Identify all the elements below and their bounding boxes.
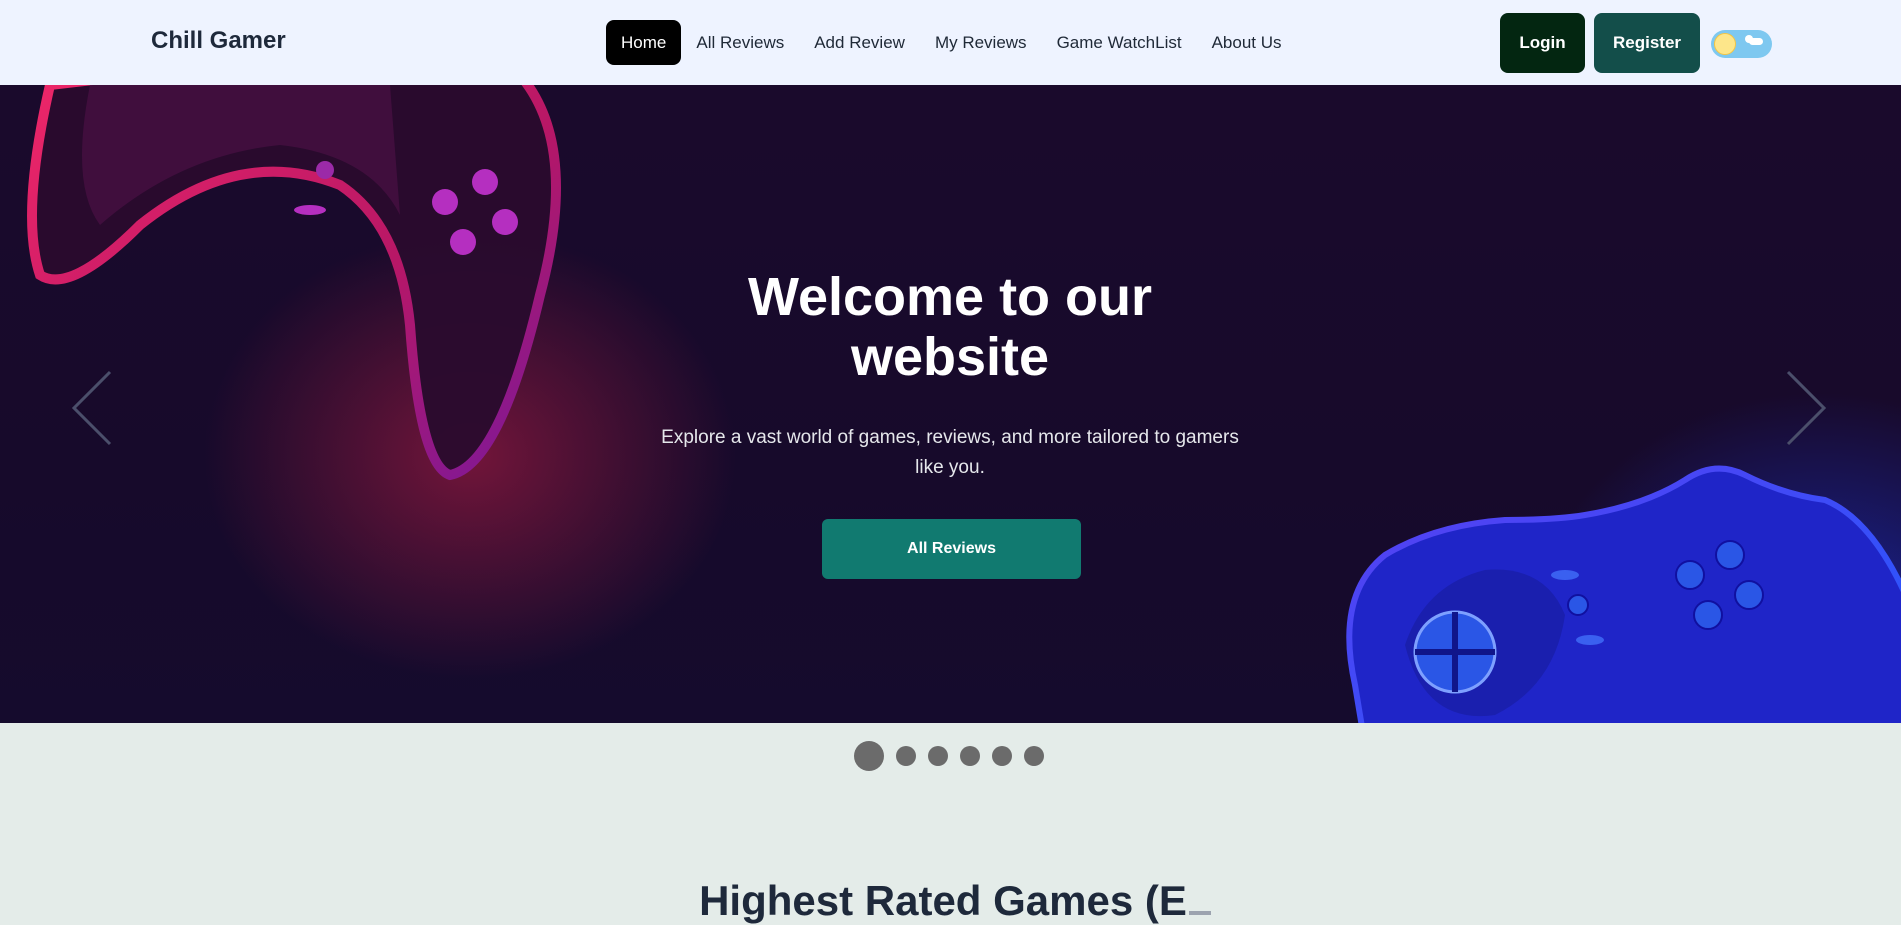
- nav-link-home[interactable]: Home: [606, 20, 682, 65]
- navbar: Chill Gamer Home All Reviews Add Review …: [0, 0, 1901, 85]
- carousel-dot-2[interactable]: [896, 746, 916, 766]
- carousel-dot-3[interactable]: [928, 746, 948, 766]
- nav-link-all-reviews[interactable]: All Reviews: [681, 20, 799, 65]
- hero-carousel: Welcome to our website Explore a vast wo…: [0, 85, 1901, 723]
- carousel-prev-button[interactable]: [70, 368, 114, 448]
- chevron-left-icon: [71, 370, 112, 446]
- brand-logo[interactable]: Chill Gamer: [151, 27, 286, 55]
- carousel-indicators: [854, 741, 1044, 771]
- login-button[interactable]: Login: [1500, 13, 1585, 73]
- carousel-dot-1[interactable]: [854, 741, 884, 771]
- carousel-dot-5[interactable]: [992, 746, 1012, 766]
- typing-cursor: [1188, 910, 1211, 915]
- nav-link-game-watchlist[interactable]: Game WatchList: [1042, 20, 1197, 65]
- gamepad-illustration-blue: [1346, 465, 1901, 723]
- section-title-text: Highest Rated Games (E: [699, 876, 1187, 924]
- sun-icon: [1714, 33, 1736, 55]
- gamepad-illustration-red: [27, 85, 561, 481]
- hero-title: Welcome to our website: [747, 267, 1153, 388]
- theme-toggle[interactable]: [1711, 30, 1772, 58]
- all-reviews-cta-button[interactable]: All Reviews: [822, 519, 1081, 579]
- register-button[interactable]: Register: [1594, 13, 1700, 73]
- nav-link-add-review[interactable]: Add Review: [799, 20, 920, 65]
- main-nav: Home All Reviews Add Review My Reviews G…: [606, 20, 1297, 65]
- cloud-icon: [1749, 38, 1763, 45]
- nav-link-about-us[interactable]: About Us: [1197, 20, 1297, 65]
- hero-subtitle: Explore a vast world of games, reviews, …: [661, 427, 1239, 478]
- section-title-highest-rated: Highest Rated Games (E: [580, 877, 1330, 925]
- carousel-dot-4[interactable]: [960, 746, 980, 766]
- carousel-dot-6[interactable]: [1024, 746, 1044, 766]
- chevron-right-icon: [1786, 370, 1827, 446]
- carousel-next-button[interactable]: [1784, 368, 1828, 448]
- nav-link-my-reviews[interactable]: My Reviews: [920, 20, 1042, 65]
